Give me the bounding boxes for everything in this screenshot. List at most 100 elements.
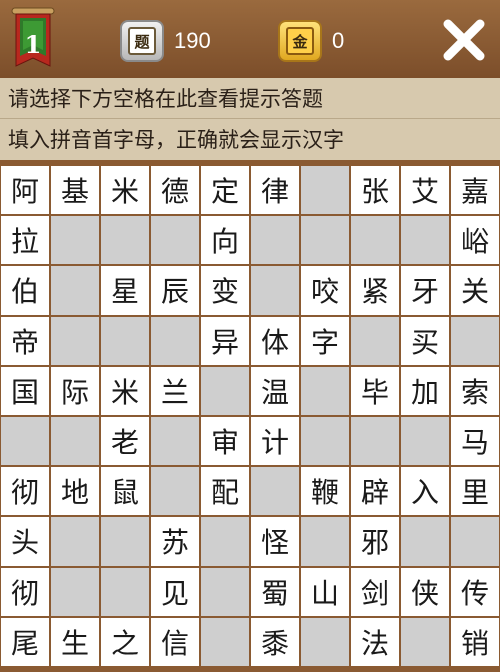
grid-cell-blank[interactable] [401, 617, 449, 666]
grid-cell-filled[interactable]: 鞭 [301, 467, 349, 516]
grid-cell-filled[interactable]: 里 [451, 467, 499, 516]
grid-cell-filled[interactable]: 蜀 [251, 567, 299, 616]
grid-cell-filled[interactable]: 入 [401, 467, 449, 516]
close-button[interactable] [440, 16, 488, 64]
grid-cell-filled[interactable]: 怪 [251, 517, 299, 566]
grid-cell-filled[interactable]: 米 [101, 366, 149, 415]
grid-cell-filled[interactable]: 辰 [151, 266, 199, 315]
grid-cell-filled[interactable]: 传 [451, 567, 499, 616]
grid-cell-filled[interactable]: 帝 [1, 316, 49, 365]
grid-cell-filled[interactable]: 法 [351, 617, 399, 666]
grid-cell-filled[interactable]: 定 [201, 166, 249, 215]
grid-cell-filled[interactable]: 加 [401, 366, 449, 415]
grid-cell-filled[interactable]: 老 [101, 417, 149, 466]
grid-cell-filled[interactable]: 体 [251, 316, 299, 365]
grid-cell-filled[interactable]: 销 [451, 617, 499, 666]
grid-cell-blank[interactable] [51, 417, 99, 466]
grid-cell-filled[interactable]: 向 [201, 216, 249, 265]
grid-cell-blank[interactable] [301, 517, 349, 566]
grid-cell-blank[interactable] [351, 216, 399, 265]
grid-cell-blank[interactable] [301, 166, 349, 215]
grid-cell-filled[interactable]: 鼠 [101, 467, 149, 516]
grid-cell-filled[interactable]: 黍 [251, 617, 299, 666]
grid-cell-blank[interactable] [351, 316, 399, 365]
grid-cell-filled[interactable]: 彻 [1, 567, 49, 616]
grid-cell-filled[interactable]: 米 [101, 166, 149, 215]
level-badge[interactable]: 1 [10, 6, 56, 72]
grid-cell-blank[interactable] [51, 266, 99, 315]
grid-cell-filled[interactable]: 邪 [351, 517, 399, 566]
grid-cell-blank[interactable] [251, 467, 299, 516]
grid-cell-filled[interactable]: 剑 [351, 567, 399, 616]
grid-cell-filled[interactable]: 字 [301, 316, 349, 365]
grid-cell-filled[interactable]: 之 [101, 617, 149, 666]
grid-cell-blank[interactable] [301, 417, 349, 466]
grid-cell-blank[interactable] [101, 517, 149, 566]
grid-cell-filled[interactable]: 彻 [1, 467, 49, 516]
grid-cell-filled[interactable]: 国 [1, 366, 49, 415]
grid-cell-filled[interactable]: 买 [401, 316, 449, 365]
grid-cell-filled[interactable]: 计 [251, 417, 299, 466]
grid-cell-blank[interactable] [401, 216, 449, 265]
grid-cell-blank[interactable] [351, 417, 399, 466]
grid-cell-filled[interactable]: 头 [1, 517, 49, 566]
grid-cell-blank[interactable] [101, 567, 149, 616]
grid-cell-filled[interactable]: 牙 [401, 266, 449, 315]
grid-cell-blank[interactable] [101, 216, 149, 265]
grid-cell-filled[interactable]: 峪 [451, 216, 499, 265]
grid-cell-filled[interactable]: 毕 [351, 366, 399, 415]
grid-cell-filled[interactable]: 马 [451, 417, 499, 466]
grid-cell-filled[interactable]: 关 [451, 266, 499, 315]
grid-cell-filled[interactable]: 星 [101, 266, 149, 315]
grid-cell-filled[interactable]: 咬 [301, 266, 349, 315]
grid-cell-blank[interactable] [301, 366, 349, 415]
grid-cell-blank[interactable] [101, 316, 149, 365]
grid-cell-filled[interactable]: 艾 [401, 166, 449, 215]
grid-cell-blank[interactable] [151, 467, 199, 516]
grid-cell-filled[interactable]: 配 [201, 467, 249, 516]
grid-cell-blank[interactable] [51, 316, 99, 365]
grid-cell-blank[interactable] [201, 617, 249, 666]
grid-cell-blank[interactable] [201, 517, 249, 566]
grid-cell-filled[interactable]: 审 [201, 417, 249, 466]
grid-cell-blank[interactable] [301, 216, 349, 265]
grid-cell-blank[interactable] [51, 517, 99, 566]
grid-cell-blank[interactable] [301, 617, 349, 666]
grid-cell-filled[interactable]: 地 [51, 467, 99, 516]
grid-cell-blank[interactable] [401, 417, 449, 466]
grid-cell-filled[interactable]: 辟 [351, 467, 399, 516]
grid-cell-blank[interactable] [451, 517, 499, 566]
grid-cell-blank[interactable] [251, 266, 299, 315]
grid-cell-filled[interactable]: 侠 [401, 567, 449, 616]
grid-cell-filled[interactable]: 见 [151, 567, 199, 616]
grid-cell-filled[interactable]: 信 [151, 617, 199, 666]
grid-cell-filled[interactable]: 索 [451, 366, 499, 415]
grid-cell-filled[interactable]: 变 [201, 266, 249, 315]
grid-cell-blank[interactable] [451, 316, 499, 365]
grid-cell-filled[interactable]: 兰 [151, 366, 199, 415]
grid-cell-filled[interactable]: 拉 [1, 216, 49, 265]
grid-cell-blank[interactable] [251, 216, 299, 265]
grid-cell-filled[interactable]: 际 [51, 366, 99, 415]
grid-cell-filled[interactable]: 基 [51, 166, 99, 215]
grid-cell-filled[interactable]: 生 [51, 617, 99, 666]
grid-cell-filled[interactable]: 张 [351, 166, 399, 215]
grid-cell-blank[interactable] [51, 567, 99, 616]
grid-cell-filled[interactable]: 异 [201, 316, 249, 365]
grid-cell-filled[interactable]: 紧 [351, 266, 399, 315]
grid-cell-filled[interactable]: 山 [301, 567, 349, 616]
grid-cell-filled[interactable]: 律 [251, 166, 299, 215]
grid-cell-blank[interactable] [51, 216, 99, 265]
grid-cell-blank[interactable] [401, 517, 449, 566]
grid-cell-filled[interactable]: 阿 [1, 166, 49, 215]
grid-cell-filled[interactable]: 伯 [1, 266, 49, 315]
grid-cell-blank[interactable] [151, 316, 199, 365]
grid-cell-blank[interactable] [1, 417, 49, 466]
grid-cell-blank[interactable] [201, 366, 249, 415]
grid-cell-blank[interactable] [151, 216, 199, 265]
grid-cell-filled[interactable]: 德 [151, 166, 199, 215]
grid-cell-filled[interactable]: 嘉 [451, 166, 499, 215]
grid-cell-filled[interactable]: 尾 [1, 617, 49, 666]
grid-cell-filled[interactable]: 温 [251, 366, 299, 415]
grid-cell-filled[interactable]: 苏 [151, 517, 199, 566]
